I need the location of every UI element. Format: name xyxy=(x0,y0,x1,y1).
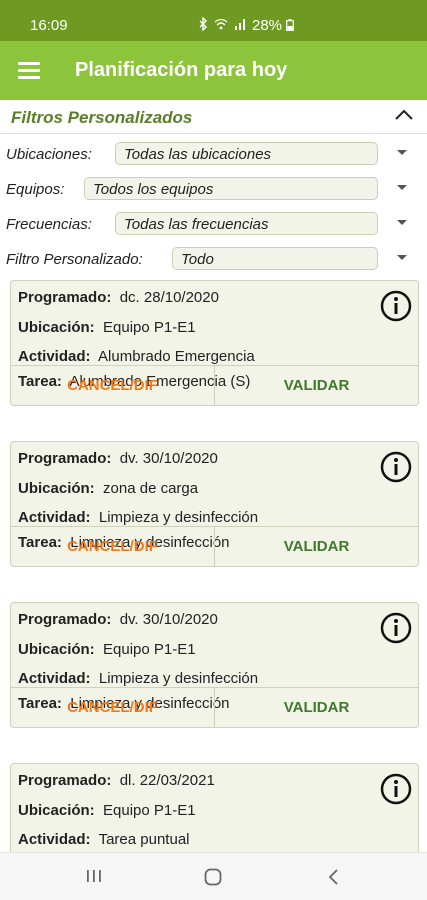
programado-label: Programado: xyxy=(18,450,112,467)
dropdown-arrow-icon[interactable] xyxy=(397,255,407,260)
wifi-icon xyxy=(214,18,228,30)
ubicacion-value: Equipo P1-E1 xyxy=(103,319,196,336)
hamburger-menu-icon[interactable] xyxy=(18,62,40,79)
actividad-value: Tarea puntual xyxy=(98,831,190,848)
dropdown-arrow-icon[interactable] xyxy=(397,150,407,155)
info-icon[interactable] xyxy=(380,612,412,644)
actividad-label: Actividad: xyxy=(18,670,91,687)
card-actions: CANCEL/DIF VALIDAR xyxy=(11,687,418,727)
programado-value: dc. 28/10/2020 xyxy=(119,289,219,306)
ubicacion-line: Ubicación: Equipo P1-E1 xyxy=(18,319,196,336)
filter-label: Ubicaciones: xyxy=(6,146,92,163)
task-card[interactable]: Programado: dv. 30/10/2020 Ubicación: zo… xyxy=(10,441,419,567)
filter-label: Filtro Personalizado: xyxy=(6,251,143,268)
actividad-value: Alumbrado Emergencia xyxy=(98,348,255,365)
validar-button[interactable]: VALIDAR xyxy=(215,688,418,727)
validar-button[interactable]: VALIDAR xyxy=(215,527,418,566)
actividad-label: Actividad: xyxy=(18,348,91,365)
card-actions: CANCEL/DIF VALIDAR xyxy=(11,365,418,405)
actividad-label: Actividad: xyxy=(18,509,91,526)
personalizado-select[interactable]: Todo xyxy=(172,247,378,270)
filter-personalizado: Filtro Personalizado: Todo xyxy=(0,247,427,273)
programado-line: Programado: dl. 22/03/2021 xyxy=(18,772,215,789)
app-bar: Planificación para hoy xyxy=(0,41,427,100)
programado-line: Programado: dv. 30/10/2020 xyxy=(18,450,218,467)
ubicacion-line: Ubicación: Equipo P1-E1 xyxy=(18,802,196,819)
filter-equipos: Equipos: Todos los equipos xyxy=(0,177,427,203)
actividad-line: Actividad: Tarea puntual xyxy=(18,831,190,848)
programado-value: dv. 30/10/2020 xyxy=(119,611,218,628)
filter-frecuencias: Frecuencias: Todas las frecuencias xyxy=(0,212,427,238)
task-card[interactable]: Programado: dv. 30/10/2020 Ubicación: Eq… xyxy=(10,602,419,728)
actividad-line: Actividad: Limpieza y desinfección xyxy=(18,670,258,687)
main-content[interactable]: Filtros Personalizados Ubicaciones: Toda… xyxy=(0,100,427,852)
actividad-label: Actividad: xyxy=(18,831,91,848)
programado-line: Programado: dv. 30/10/2020 xyxy=(18,611,218,628)
chevron-up-icon[interactable] xyxy=(392,104,416,128)
dropdown-arrow-icon[interactable] xyxy=(397,185,407,190)
status-time: 16:09 xyxy=(30,17,68,34)
bluetooth-icon xyxy=(199,17,207,31)
ubicacion-label: Ubicación: xyxy=(18,802,95,819)
actividad-value: Limpieza y desinfección xyxy=(98,670,259,687)
programado-label: Programado: xyxy=(18,772,112,789)
filter-ubicaciones: Ubicaciones: Todas las ubicaciones xyxy=(0,142,427,168)
info-icon[interactable] xyxy=(380,290,412,322)
equipos-select[interactable]: Todos los equipos xyxy=(84,177,378,200)
ubicacion-line: Ubicación: Equipo P1-E1 xyxy=(18,641,196,658)
actividad-line: Actividad: Limpieza y desinfección xyxy=(18,509,258,526)
cancel-dif-button[interactable]: CANCEL/DIF xyxy=(11,688,215,727)
signal-icon xyxy=(235,19,245,30)
page-title: Planificación para hoy xyxy=(75,59,288,81)
validar-button[interactable]: VALIDAR xyxy=(215,366,418,405)
home-icon[interactable] xyxy=(203,867,223,887)
cancel-dif-button[interactable]: CANCEL/DIF xyxy=(11,366,215,405)
filter-label: Frecuencias: xyxy=(6,216,92,233)
battery-icon xyxy=(286,19,295,31)
ubicacion-label: Ubicación: xyxy=(18,319,95,336)
back-icon[interactable] xyxy=(325,867,341,887)
filters-header[interactable]: Filtros Personalizados xyxy=(0,100,427,134)
actividad-line: Actividad: Alumbrado Emergencia xyxy=(18,348,255,365)
ubicaciones-select[interactable]: Todas las ubicaciones xyxy=(115,142,378,165)
programado-label: Programado: xyxy=(18,611,112,628)
battery-level: 28% xyxy=(252,17,295,34)
recent-apps-icon[interactable] xyxy=(85,867,103,885)
frecuencias-select[interactable]: Todas las frecuencias xyxy=(115,212,378,235)
cancel-dif-button[interactable]: CANCEL/DIF xyxy=(11,527,215,566)
ubicacion-label: Ubicación: xyxy=(18,480,95,497)
programado-label: Programado: xyxy=(18,289,112,306)
ubicacion-line: Ubicación: zona de carga xyxy=(18,480,198,497)
ubicacion-value: zona de carga xyxy=(103,480,199,497)
task-card[interactable]: Programado: dc. 28/10/2020 Ubicación: Eq… xyxy=(10,280,419,406)
system-nav-bar xyxy=(0,852,427,900)
ubicacion-label: Ubicación: xyxy=(18,641,95,658)
card-actions: CANCEL/DIF VALIDAR xyxy=(11,526,418,566)
info-icon[interactable] xyxy=(380,451,412,483)
programado-line: Programado: dc. 28/10/2020 xyxy=(18,289,219,306)
ubicacion-value: Equipo P1-E1 xyxy=(103,802,196,819)
filters-title: Filtros Personalizados xyxy=(11,108,193,127)
task-card[interactable]: Programado: dl. 22/03/2021 Ubicación: Eq… xyxy=(10,763,419,852)
programado-value: dl. 22/03/2021 xyxy=(119,772,215,789)
dropdown-arrow-icon[interactable] xyxy=(397,220,407,225)
filter-label: Equipos: xyxy=(6,181,65,198)
battery-text: 28% xyxy=(252,17,283,34)
status-bar: 16:09 28% xyxy=(0,0,427,41)
info-icon[interactable] xyxy=(380,773,412,805)
programado-value: dv. 30/10/2020 xyxy=(119,450,218,467)
actividad-value: Limpieza y desinfección xyxy=(98,509,259,526)
ubicacion-value: Equipo P1-E1 xyxy=(103,641,196,658)
